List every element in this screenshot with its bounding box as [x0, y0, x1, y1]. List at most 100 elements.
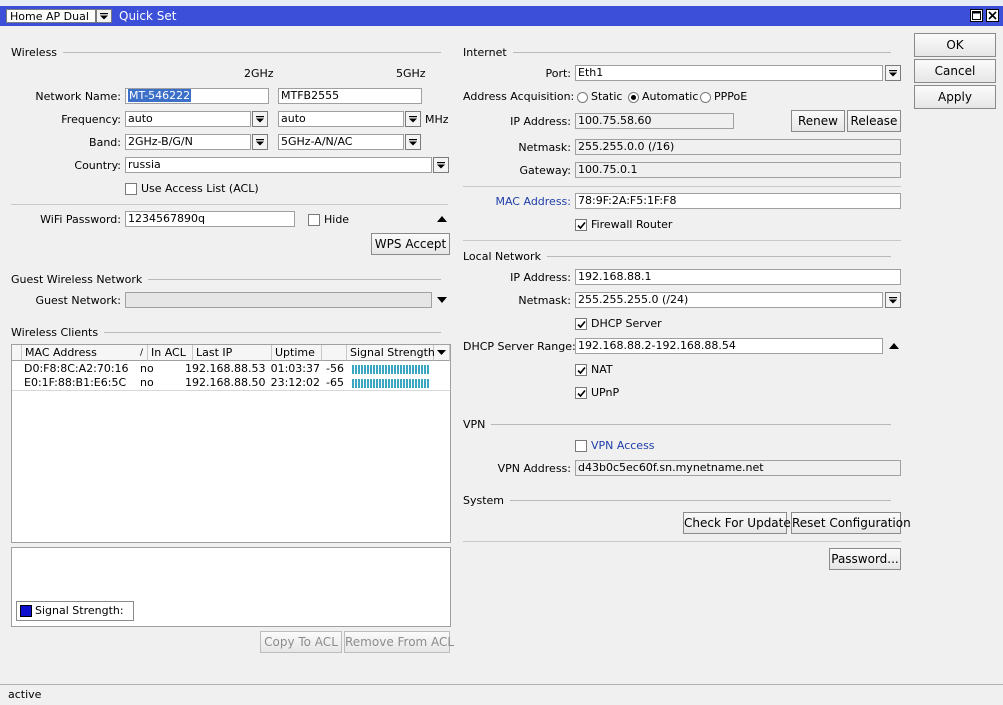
lan-netmask-select[interactable]: 255.255.255.0 (/24)	[575, 292, 883, 308]
chevron-down-icon	[437, 162, 445, 169]
column-header-uptime[interactable]: Uptime	[272, 345, 322, 361]
cell-uptime: 01:03:37	[270, 362, 320, 375]
dhcp-server-label: DHCP Server	[591, 317, 662, 330]
frequency-2g-select[interactable]: auto	[125, 111, 251, 127]
country-dropdown-button[interactable]	[433, 157, 449, 173]
column-header-in-acl[interactable]: In ACL	[148, 345, 193, 361]
hide-password-label: Hide	[324, 213, 350, 226]
vpn-section-title: VPN	[463, 417, 486, 431]
column-2ghz-label: 2GHz	[244, 67, 274, 80]
window-title: Quick Set	[119, 9, 177, 23]
chevron-down-icon	[889, 297, 897, 304]
clients-table[interactable]: MAC Address / In ACL Last IP Uptime Signa…	[11, 344, 451, 543]
local-network-section-title: Local Network	[463, 249, 541, 263]
remove-from-acl-button[interactable]: Remove From ACL	[344, 631, 454, 653]
status-text: active	[8, 688, 42, 701]
copy-to-acl-button[interactable]: Copy To ACL	[260, 631, 342, 653]
close-icon	[988, 11, 997, 20]
firewall-router-label: Firewall Router	[591, 218, 673, 231]
mode-dropdown-button[interactable]	[96, 9, 112, 23]
cell-in-acl: no	[140, 376, 154, 389]
mode-select-value: Home AP Dual	[10, 10, 89, 23]
hide-password-checkbox[interactable]	[308, 214, 320, 226]
lan-netmask-dropdown-button[interactable]	[885, 292, 901, 308]
use-acl-checkbox[interactable]	[125, 183, 137, 195]
clients-section-header: Wireless Clients	[11, 325, 441, 339]
dhcp-server-checkbox[interactable]	[575, 318, 587, 330]
legend-label: Signal Strength:	[35, 604, 124, 617]
wifi-password-input[interactable]: 1234567890q	[125, 211, 295, 227]
country-select[interactable]: russia	[125, 157, 432, 173]
vpn-section-header: VPN	[463, 417, 891, 431]
port-dropdown-button[interactable]	[885, 65, 901, 81]
maximize-button[interactable]	[970, 9, 983, 22]
wan-ip-label: IP Address:	[510, 115, 571, 128]
cell-in-acl: no	[140, 362, 154, 375]
close-button[interactable]	[986, 9, 999, 22]
renew-button[interactable]: Renew	[791, 110, 845, 132]
band-5g-select[interactable]: 5GHz-A/N/AC	[278, 134, 404, 150]
table-row[interactable]: E0:1F:88:B1:E6:5C no 192.168.88.50 23:12…	[12, 376, 450, 390]
cancel-button[interactable]: Cancel	[914, 59, 996, 83]
checkmark-icon	[576, 389, 586, 397]
release-button[interactable]: Release	[847, 110, 901, 132]
chevron-down-icon	[409, 139, 417, 146]
signal-graph: Signal Strength:	[11, 547, 451, 627]
cell-last-ip: 192.168.88.53	[185, 362, 266, 375]
ok-button[interactable]: OK	[914, 33, 996, 57]
table-row[interactable]: D0:F8:8C:A2:70:16 no 192.168.88.53 01:03…	[12, 362, 450, 376]
firewall-router-checkbox[interactable]	[575, 219, 587, 231]
title-bar: Home AP Dual Quick Set	[0, 6, 1003, 26]
chevron-down-icon	[256, 139, 264, 146]
checkmark-icon	[576, 366, 586, 374]
column-header-signal-strength[interactable]: Signal Strength	[347, 345, 435, 361]
port-label: Port:	[545, 67, 571, 80]
cell-mac: E0:1F:88:B1:E6:5C	[24, 376, 127, 389]
clients-section-title: Wireless Clients	[11, 325, 99, 339]
frequency-unit: MHz	[425, 113, 449, 126]
network-name-2g-input[interactable]: MT-546222	[125, 88, 269, 104]
column-header-signal-value[interactable]	[322, 345, 347, 361]
band-2g-select[interactable]: 2GHz-B/G/N	[125, 134, 251, 150]
band-2g-dropdown-button[interactable]	[252, 134, 268, 150]
column-header-last-ip[interactable]: Last IP	[193, 345, 272, 361]
expand-down-icon[interactable]	[437, 296, 447, 304]
guest-network-select[interactable]	[125, 292, 432, 308]
frequency-2g-dropdown-button[interactable]	[252, 111, 268, 127]
collapse-up-icon[interactable]	[889, 342, 899, 350]
password-button[interactable]: Password...	[829, 548, 901, 570]
gateway-value: 100.75.0.1	[575, 162, 901, 178]
mode-select[interactable]: Home AP Dual	[6, 9, 96, 23]
vpn-access-checkbox[interactable]	[575, 440, 587, 452]
network-name-5g-input[interactable]: MTFB2555	[278, 88, 422, 104]
columns-menu-button[interactable]	[434, 345, 450, 361]
lan-ip-input[interactable]: 192.168.88.1	[575, 269, 901, 285]
column-header-mac[interactable]: MAC Address /	[22, 345, 148, 361]
collapse-up-icon[interactable]	[437, 215, 447, 223]
nat-checkbox[interactable]	[575, 364, 587, 376]
chevron-down-icon	[437, 350, 446, 355]
dhcp-range-input[interactable]: 192.168.88.2-192.168.88.54	[575, 338, 883, 354]
radio-automatic[interactable]	[628, 92, 639, 103]
system-section-header: System	[463, 493, 891, 507]
check-for-updates-button[interactable]: Check For Updates	[683, 512, 797, 534]
band-5g-dropdown-button[interactable]	[405, 134, 421, 150]
wps-accept-button[interactable]: WPS Accept	[371, 233, 450, 255]
signal-strength-bar	[352, 365, 430, 374]
graph-legend: Signal Strength:	[16, 601, 134, 621]
wan-ip-value: 100.75.58.60	[575, 113, 734, 129]
status-bar: active	[0, 684, 1003, 705]
divider	[463, 541, 901, 542]
port-select[interactable]: Eth1	[575, 65, 883, 81]
country-label: Country:	[74, 159, 121, 172]
frequency-5g-select[interactable]: auto	[278, 111, 404, 127]
upnp-checkbox[interactable]	[575, 387, 587, 399]
mac-address-input[interactable]: 78:9F:2A:F5:1F:F8	[575, 193, 901, 209]
radio-pppoe[interactable]	[700, 92, 711, 103]
frequency-5g-dropdown-button[interactable]	[405, 111, 421, 127]
radio-static-label: Static	[591, 90, 623, 103]
apply-button[interactable]: Apply	[914, 85, 996, 109]
reset-configuration-button[interactable]: Reset Configuration	[791, 512, 911, 534]
divider	[463, 240, 901, 241]
radio-static[interactable]	[577, 92, 588, 103]
